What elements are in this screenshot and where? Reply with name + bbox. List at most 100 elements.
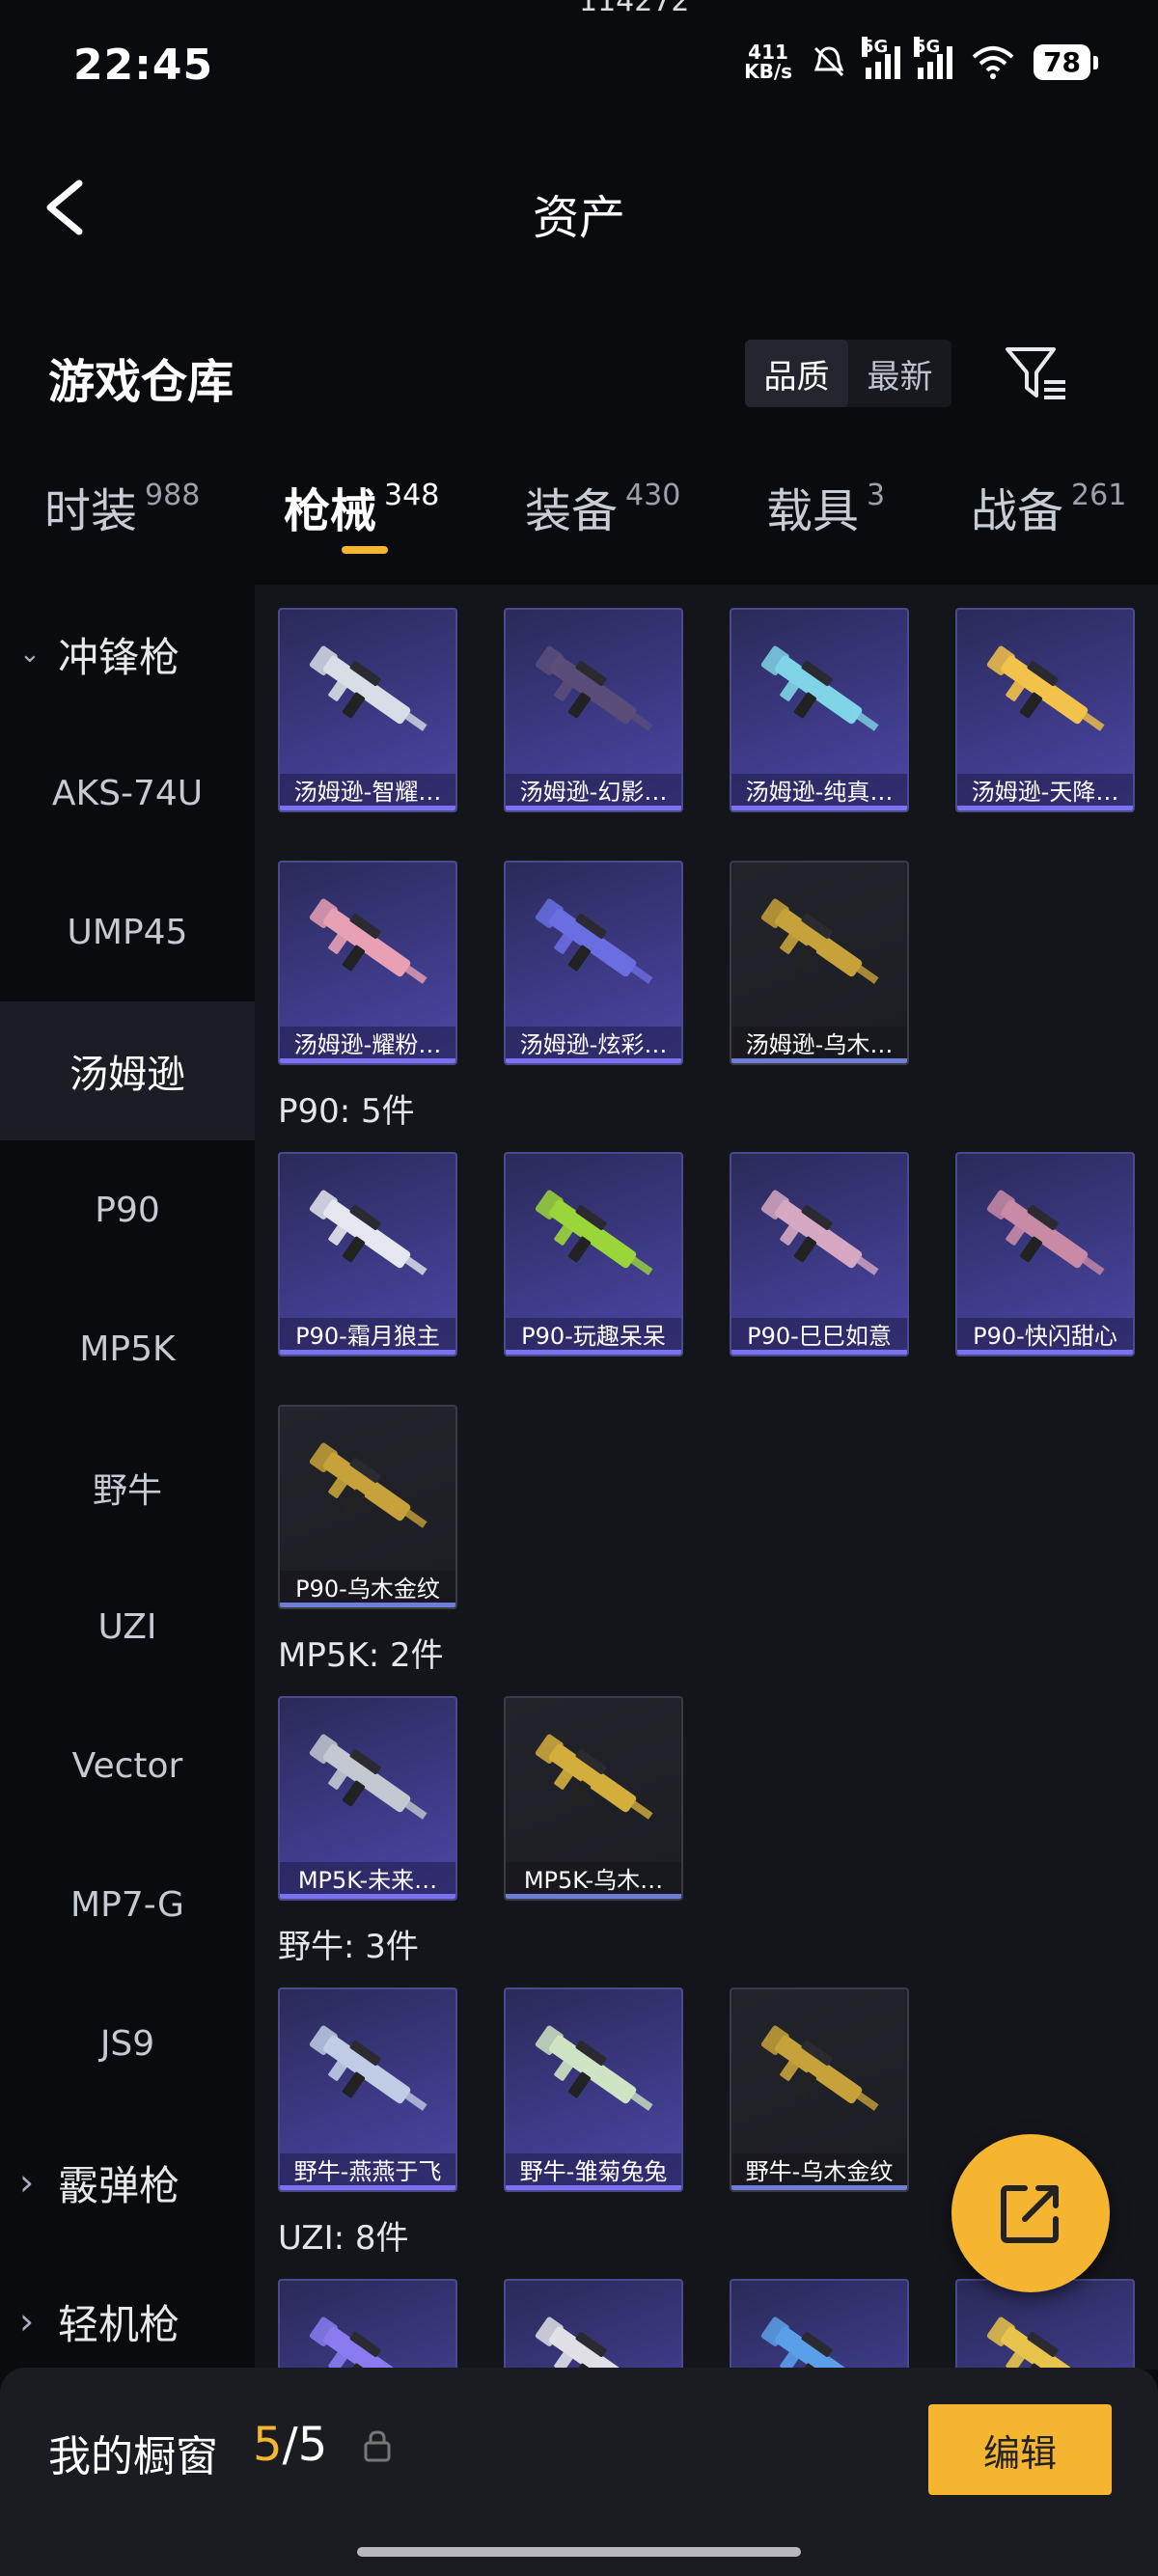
rarity-bar bbox=[506, 806, 681, 810]
weapon-card[interactable]: 汤姆逊-天降… bbox=[955, 608, 1135, 812]
lock-icon bbox=[364, 2430, 391, 2462]
weapon-card[interactable]: P90-霜月狼主 bbox=[278, 1152, 457, 1357]
sidebar-item[interactable]: AKS-74U bbox=[0, 724, 255, 863]
page-title: 资产 bbox=[532, 191, 625, 245]
tab-gear[interactable]: 战备 261 bbox=[971, 473, 1126, 540]
network-speed: 411 KB/s bbox=[744, 41, 793, 83]
sort-newest-button[interactable]: 最新 bbox=[848, 340, 951, 407]
status-icons: 411 KB/s 5G 5G 78 bbox=[744, 37, 1098, 83]
weapon-grid: 汤姆逊-智耀… 汤姆逊-幻影… 汤姆逊-纯真… 汤姆逊-天降… 汤姆逊-耀粉… 汤姆逊-炫… bbox=[255, 585, 1158, 2370]
showcase-label: 我的橱窗 bbox=[48, 2432, 218, 2481]
section-title: P90: 5件 bbox=[278, 1092, 415, 1131]
sidebar-item-label: 冲锋枪 bbox=[58, 633, 180, 681]
sidebar-item[interactable]: 野牛 bbox=[0, 1418, 255, 1557]
chevron-right-icon: › bbox=[19, 2300, 35, 2343]
sidebar-item-label: UZI bbox=[97, 1606, 157, 1647]
weapon-image bbox=[535, 1734, 653, 1820]
weapon-card[interactable] bbox=[955, 2279, 1135, 2370]
sidebar-item[interactable]: UZI bbox=[0, 1557, 255, 1696]
rarity-bar bbox=[280, 1894, 455, 1899]
rarity-bar bbox=[731, 1058, 907, 1063]
weapon-image bbox=[535, 645, 653, 731]
status-center-text: 114272 bbox=[579, 0, 690, 18]
rarity-bar bbox=[731, 2185, 907, 2190]
weapon-image bbox=[986, 1190, 1105, 1275]
weapon-image bbox=[309, 898, 427, 984]
tab-weapons[interactable]: 枪械 348 bbox=[284, 473, 439, 554]
weapon-card[interactable]: 野牛-雏菊兔兔 bbox=[504, 1987, 683, 2192]
sidebar-group[interactable]: ⌄ 冲锋枪 bbox=[0, 585, 255, 724]
weapon-image bbox=[760, 1190, 879, 1275]
rarity-bar bbox=[280, 806, 455, 810]
rarity-bar bbox=[280, 1603, 455, 1607]
home-indicator[interactable] bbox=[357, 2547, 801, 2557]
sidebar-item[interactable]: P90 bbox=[0, 1140, 255, 1279]
sidebar-item-label: JS9 bbox=[99, 2023, 155, 2064]
sidebar-item[interactable]: MP5K bbox=[0, 1279, 255, 1418]
sidebar-item-label: AKS-74U bbox=[51, 773, 204, 813]
section-title: MP5K: 2件 bbox=[278, 1636, 444, 1675]
sort-toggle[interactable]: 品质 最新 bbox=[745, 340, 951, 407]
weapon-card[interactable]: 野牛-乌木金纹 bbox=[730, 1987, 909, 2192]
weapon-card[interactable]: MP5K-乌木… bbox=[504, 1696, 683, 1901]
filter-icon[interactable] bbox=[1004, 343, 1069, 401]
weapon-image bbox=[309, 1442, 427, 1528]
weapon-image bbox=[986, 645, 1105, 731]
weapon-image bbox=[309, 2025, 427, 2111]
rarity-bar bbox=[506, 1350, 681, 1355]
sidebar-item-label: 汤姆逊 bbox=[69, 1053, 185, 1097]
weapon-card[interactable]: P90-快闪甜心 bbox=[955, 1152, 1135, 1357]
sidebar-item[interactable]: MP7-G bbox=[0, 1835, 255, 1974]
category-tabs: 时装 988 枪械 348 装备 430 载具 3 战备 261 bbox=[0, 473, 1158, 554]
active-tab-indicator bbox=[342, 546, 388, 554]
rarity-bar bbox=[731, 1350, 907, 1355]
weapon-card[interactable] bbox=[278, 2279, 457, 2370]
weapon-card[interactable]: P90-玩趣呆呆 bbox=[504, 1152, 683, 1357]
weapon-card[interactable]: 汤姆逊-乌木… bbox=[730, 861, 909, 1065]
sort-quality-button[interactable]: 品质 bbox=[745, 340, 848, 407]
chevron-down-icon: ⌄ bbox=[19, 640, 41, 669]
weapon-image bbox=[309, 1734, 427, 1820]
weapon-card[interactable]: P90-乌木金纹 bbox=[278, 1405, 457, 1609]
sidebar-item-label: 野牛 bbox=[92, 1471, 162, 1511]
edit-button[interactable]: 编辑 bbox=[928, 2404, 1112, 2495]
weapon-image bbox=[309, 645, 427, 731]
sidebar-item[interactable]: JS9 bbox=[0, 1974, 255, 2113]
weapon-card[interactable]: 汤姆逊-炫彩… bbox=[504, 861, 683, 1065]
rarity-bar bbox=[731, 806, 907, 810]
sidebar-item-label: UMP45 bbox=[67, 912, 188, 952]
weapon-card[interactable]: 汤姆逊-幻影… bbox=[504, 608, 683, 812]
weapon-card[interactable]: 汤姆逊-耀粉… bbox=[278, 861, 457, 1065]
weapon-card[interactable]: 汤姆逊-纯真… bbox=[730, 608, 909, 812]
weapon-image bbox=[760, 2316, 863, 2370]
weapon-image bbox=[760, 898, 879, 984]
weapon-card[interactable] bbox=[504, 2279, 683, 2370]
rarity-bar bbox=[280, 2185, 455, 2190]
sidebar-item-label: 霰弹枪 bbox=[58, 2161, 180, 2209]
sidebar-item[interactable]: 汤姆逊 bbox=[0, 1001, 255, 1140]
sidebar-item-label: MP7-G bbox=[70, 1884, 184, 1925]
weapon-card[interactable]: 野牛-燕燕于飞 bbox=[278, 1987, 457, 2192]
share-button[interactable] bbox=[951, 2134, 1110, 2292]
tab-fashion[interactable]: 时装 988 bbox=[44, 473, 200, 540]
tab-vehicles[interactable]: 载具 3 bbox=[766, 473, 885, 540]
rarity-bar bbox=[280, 1350, 455, 1355]
external-link-icon bbox=[1001, 2185, 1059, 2243]
weapon-card[interactable]: 汤姆逊-智耀… bbox=[278, 608, 457, 812]
rarity-bar bbox=[957, 1350, 1133, 1355]
weapon-image bbox=[535, 2316, 637, 2370]
weapon-image bbox=[760, 2025, 879, 2111]
tab-equipment[interactable]: 装备 430 bbox=[525, 473, 680, 540]
rarity-bar bbox=[506, 1058, 681, 1063]
weapon-card[interactable]: MP5K-未来… bbox=[278, 1696, 457, 1901]
weapon-card[interactable] bbox=[730, 2279, 909, 2370]
weapon-image bbox=[535, 1190, 653, 1275]
rarity-bar bbox=[506, 2185, 681, 2190]
weapon-card[interactable]: P90-巳巳如意 bbox=[730, 1152, 909, 1357]
sidebar-item[interactable]: UMP45 bbox=[0, 863, 255, 1001]
weapon-image bbox=[760, 645, 879, 731]
weapon-image bbox=[535, 898, 653, 984]
sidebar-item[interactable]: Vector bbox=[0, 1696, 255, 1835]
sidebar-group[interactable]: › 霰弹枪 bbox=[0, 2113, 255, 2252]
signal-icon-2: 5G bbox=[914, 37, 953, 79]
